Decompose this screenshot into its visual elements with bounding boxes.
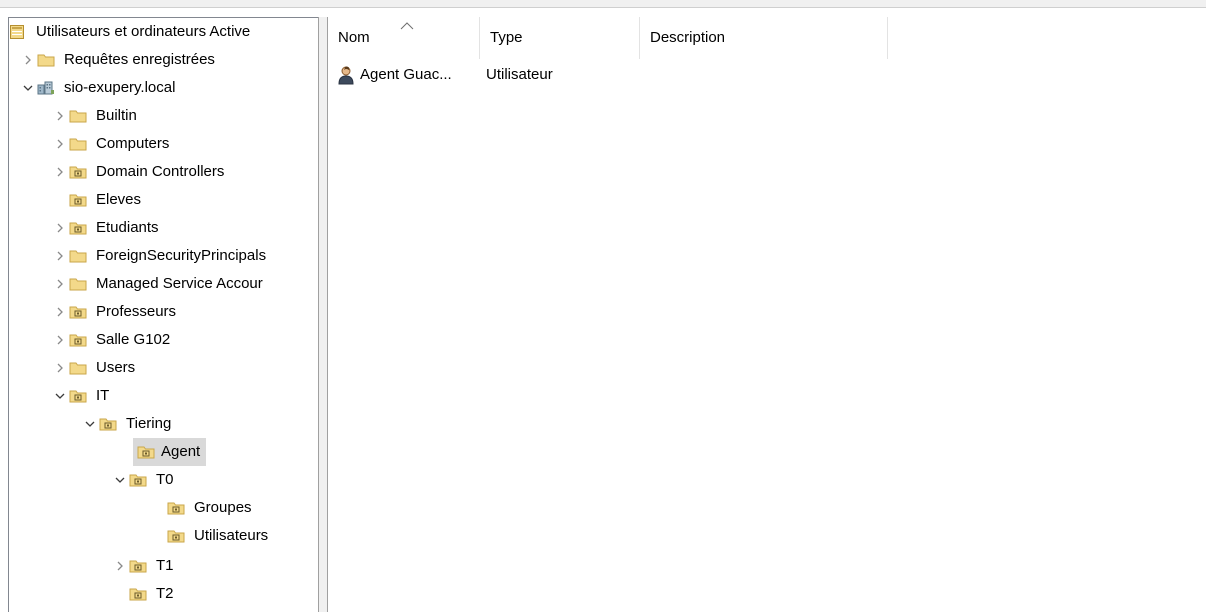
chevron-right-icon[interactable] — [51, 158, 69, 186]
column-header-label: Nom — [338, 29, 370, 46]
tree-item-label: Utilisateurs — [194, 527, 269, 544]
snapin-root-icon — [9, 18, 29, 46]
tree-item-label: T2 — [156, 585, 174, 602]
column-header-label: Type — [490, 29, 523, 46]
folder-icon — [69, 354, 89, 382]
sort-ascending-icon — [400, 17, 414, 34]
ou-folder-icon — [69, 186, 89, 214]
tree-item-root[interactable]: Utilisateurs et ordinateurs Active — [9, 18, 256, 46]
tree-item-groupes[interactable]: Groupes — [167, 494, 258, 522]
chevron-right-icon[interactable] — [19, 46, 37, 74]
tree-item-managed-service-accounts[interactable]: Managed Service Accour — [51, 270, 269, 298]
tree-item-domain[interactable]: sio-exupery.local — [19, 74, 181, 102]
tree-item-label: Groupes — [194, 499, 252, 516]
list-item-type: Utilisateur — [486, 66, 553, 83]
tree-item-label: Salle G102 — [96, 331, 171, 348]
chevron-right-icon[interactable] — [51, 214, 69, 242]
chevron-right-icon[interactable] — [51, 270, 69, 298]
tree-item-t2[interactable]: T2 — [129, 580, 180, 608]
tree-item-label: Computers — [96, 135, 170, 152]
ou-folder-icon — [69, 382, 89, 410]
tree-item-users[interactable]: Users — [51, 354, 141, 382]
tree-item-salle-g102[interactable]: Salle G102 — [51, 326, 176, 354]
user-icon — [338, 61, 358, 89]
column-header-description[interactable]: Description — [640, 17, 888, 59]
list-item[interactable]: Agent Guac... Utilisateur — [338, 61, 878, 89]
aduc-window: Utilisateurs et ordinateurs Active Requê… — [0, 0, 1206, 612]
toolbar-strip — [0, 0, 1206, 8]
tree-item-utilisateurs[interactable]: Utilisateurs — [167, 522, 274, 550]
ou-folder-icon — [129, 580, 149, 608]
pane-splitter[interactable] — [318, 17, 328, 612]
tree-item-label: Requêtes enregistrées — [64, 51, 215, 68]
tree-item-label: T0 — [156, 471, 174, 488]
tree-item-label: Tiering — [126, 415, 172, 432]
tree-item-label: Users — [96, 359, 136, 376]
chevron-down-icon[interactable] — [51, 382, 69, 410]
tree-item-computers[interactable]: Computers — [51, 130, 175, 158]
tree-item-builtin[interactable]: Builtin — [51, 102, 143, 130]
tree-item-label: Agent — [161, 443, 201, 460]
tree-item-label: sio-exupery.local — [64, 79, 176, 96]
tree-item-label: Etudiants — [96, 219, 159, 236]
folder-icon — [69, 270, 89, 298]
folder-icon — [69, 130, 89, 158]
tree-item-t0[interactable]: T0 — [111, 466, 180, 494]
details-list[interactable]: Nom Type Description Agent Guac... Utili… — [328, 17, 1206, 612]
ou-folder-icon — [99, 410, 119, 438]
ou-folder-icon — [129, 466, 149, 494]
chevron-right-icon[interactable] — [51, 326, 69, 354]
tree-item-label: Builtin — [96, 107, 137, 124]
chevron-down-icon[interactable] — [19, 74, 37, 102]
chevron-right-icon[interactable] — [51, 354, 69, 382]
chevron-right-icon[interactable] — [111, 552, 129, 580]
tree-item-it[interactable]: IT — [51, 382, 115, 410]
ou-folder-icon — [137, 438, 157, 466]
list-item-name: Agent Guac... — [360, 66, 452, 83]
tree-item-tiering[interactable]: Tiering — [81, 410, 177, 438]
tree-item-t1[interactable]: T1 — [111, 552, 180, 580]
tree-item-foreign-security-principals[interactable]: ForeignSecurityPrincipals — [51, 242, 272, 270]
folder-icon — [37, 46, 57, 74]
ou-folder-icon — [69, 158, 89, 186]
chevron-down-icon[interactable] — [111, 466, 129, 494]
tree-item-professeurs[interactable]: Professeurs — [51, 298, 182, 326]
chevron-right-icon[interactable] — [51, 130, 69, 158]
tree-item-label: IT — [96, 387, 110, 404]
folder-icon — [69, 102, 89, 130]
tree-item-etudiants[interactable]: Etudiants — [51, 214, 165, 242]
ou-folder-icon — [69, 298, 89, 326]
tree-item-eleves[interactable]: Eleves — [69, 186, 147, 214]
chevron-right-icon[interactable] — [51, 242, 69, 270]
tree-item-label: Professeurs — [96, 303, 177, 320]
tree-item-label: T1 — [156, 557, 174, 574]
chevron-down-icon[interactable] — [81, 410, 99, 438]
column-header-label: Description — [650, 29, 726, 46]
ou-folder-icon — [69, 326, 89, 354]
ou-folder-icon — [129, 552, 149, 580]
tree-item-label: Domain Controllers — [96, 163, 225, 180]
chevron-right-icon[interactable] — [51, 298, 69, 326]
console-tree[interactable]: Utilisateurs et ordinateurs Active Requê… — [8, 17, 318, 612]
folder-icon — [69, 242, 89, 270]
tree-item-saved-queries[interactable]: Requêtes enregistrées — [19, 46, 221, 74]
tree-item-domain-controllers[interactable]: Domain Controllers — [51, 158, 230, 186]
tree-item-label: Utilisateurs et ordinateurs Active — [36, 23, 251, 40]
ou-folder-icon — [167, 494, 187, 522]
chevron-right-icon[interactable] — [51, 102, 69, 130]
domain-icon — [37, 74, 57, 102]
tree-item-label: ForeignSecurityPrincipals — [96, 247, 267, 264]
tree-item-label: Managed Service Accour — [96, 275, 263, 292]
tree-item-agent[interactable]: Agent — [133, 438, 207, 466]
column-header-type[interactable]: Type — [480, 17, 640, 59]
tree-item-label: Eleves — [96, 191, 142, 208]
ou-folder-icon — [167, 522, 187, 550]
ou-folder-icon — [69, 214, 89, 242]
